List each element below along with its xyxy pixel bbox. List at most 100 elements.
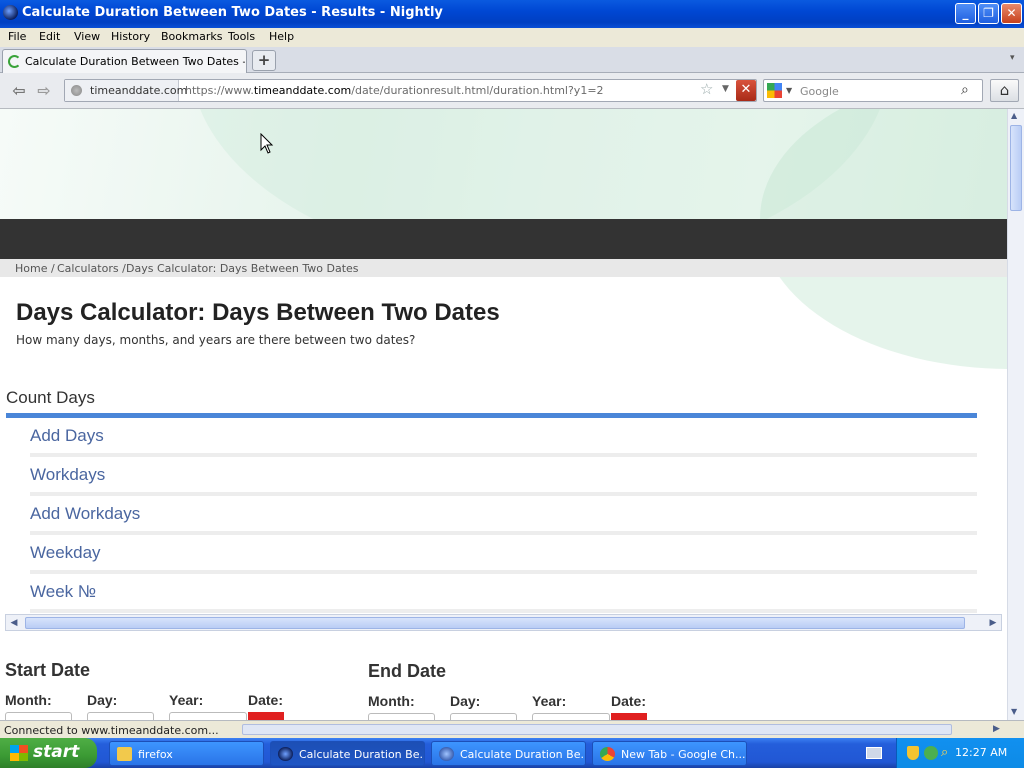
menu-history[interactable]: History	[111, 30, 150, 43]
home-icon: ⌂	[999, 81, 1010, 99]
start-button[interactable]: start	[0, 738, 97, 768]
minimize-button[interactable]: _	[955, 3, 976, 24]
scroll-right-arrow-icon[interactable]: ▶	[993, 724, 1000, 734]
calc-nav-week-number[interactable]: Week №	[30, 582, 96, 602]
search-tray-icon[interactable]: ⌕	[941, 745, 948, 760]
url-prefix: https://www.	[185, 84, 254, 97]
page-vertical-scrollbar[interactable]: ▲ ▼	[1007, 109, 1024, 720]
site-identity-button[interactable]: timeanddate.com	[65, 80, 187, 101]
start-date-heading: Start Date	[5, 660, 91, 680]
divider	[30, 531, 977, 535]
start-year-label: Year:	[169, 692, 204, 708]
start-year-input[interactable]	[169, 712, 247, 720]
chrome-icon	[600, 747, 615, 761]
url-history-dropdown-icon[interactable]: ▼	[722, 84, 729, 94]
taskbar-item-chrome[interactable]: New Tab - Google Ch...	[592, 741, 747, 766]
security-shield-icon[interactable]	[907, 746, 919, 760]
menu-bar: File Edit View History Bookmarks Tools H…	[0, 28, 1024, 47]
breadcrumb-calculators[interactable]: Calculators /	[57, 262, 126, 275]
taskbar-item-firefox-window[interactable]: Calculate Duration Be...	[431, 741, 586, 766]
tab-label: Calculate Duration Between Two Dates – R…	[25, 55, 245, 68]
search-engine-dropdown-icon[interactable]: ▼	[786, 86, 792, 95]
calc-nav-active-underline	[6, 413, 977, 418]
bookmark-star-icon[interactable]: ☆	[700, 80, 713, 98]
clock[interactable]: 12:27 AM	[955, 746, 1007, 759]
start-month-input[interactable]	[5, 712, 72, 720]
loading-spinner-icon	[8, 55, 21, 68]
keyboard-icon[interactable]	[866, 747, 882, 759]
end-day-label: Day:	[450, 693, 481, 709]
start-date-label: Date:	[248, 692, 284, 708]
stop-button[interactable]: ✕	[736, 80, 756, 101]
url-path: /date/durationresult.html/duration.html?…	[351, 84, 604, 97]
search-placeholder: Google	[800, 85, 839, 98]
taskbar-item-label: Calculate Duration Be...	[299, 748, 425, 761]
divider	[30, 492, 977, 496]
start-month-label: Month:	[5, 692, 52, 708]
start-label: start	[33, 742, 80, 762]
end-month-input[interactable]	[368, 713, 435, 720]
search-box[interactable]	[763, 79, 983, 102]
calc-nav-add-days[interactable]: Add Days	[30, 426, 104, 446]
browser-icon	[439, 747, 454, 761]
back-arrow-icon[interactable]: ⇦	[9, 81, 29, 101]
end-date-label: Date:	[611, 693, 647, 709]
end-year-input[interactable]	[532, 713, 610, 720]
calc-nav-workdays[interactable]: Workdays	[30, 465, 105, 485]
menu-bookmarks[interactable]: Bookmarks	[161, 30, 222, 43]
window-title: Calculate Duration Between Two Dates - R…	[22, 5, 443, 20]
menu-edit[interactable]: Edit	[39, 30, 60, 43]
forward-arrow-icon[interactable]: ⇨	[34, 81, 54, 101]
start-day-input[interactable]	[87, 712, 154, 720]
calc-nav-weekday[interactable]: Weekday	[30, 543, 101, 563]
new-tab-button[interactable]: +	[252, 50, 276, 71]
window-title-bar[interactable]: Calculate Duration Between Two Dates - R…	[0, 0, 1024, 28]
calc-nav-current[interactable]: Count Days	[6, 388, 95, 408]
scroll-left-arrow-icon[interactable]: ◀	[7, 617, 21, 629]
taskbar-item-label: New Tab - Google Ch...	[621, 748, 746, 761]
start-calendar-icon[interactable]	[248, 712, 284, 720]
page-subtitle: How many days, months, and years are the…	[16, 333, 416, 347]
calc-nav-add-workdays[interactable]: Add Workdays	[30, 504, 140, 524]
restore-button[interactable]: ❐	[978, 3, 999, 24]
url-text[interactable]: https://www.timeanddate.com/date/duratio…	[185, 84, 604, 97]
taskbar-item-nightly[interactable]: Calculate Duration Be...	[270, 741, 425, 766]
calc-nav-horizontal-scrollbar[interactable]: ◀ ▶	[5, 614, 1002, 631]
breadcrumb: Home / Calculators / Days Calculator: Da…	[0, 259, 1007, 277]
end-date-heading: End Date	[368, 661, 447, 681]
nightly-app-icon	[3, 5, 18, 20]
scrollbar-thumb[interactable]	[1010, 125, 1022, 211]
menu-file[interactable]: File	[8, 30, 26, 43]
scroll-down-arrow-icon[interactable]: ▼	[1011, 707, 1017, 716]
breadcrumb-current: Days Calculator: Days Between Two Dates	[126, 262, 359, 275]
page-viewport[interactable]: Home / Calculators / Days Calculator: Da…	[0, 109, 1007, 720]
end-calendar-icon[interactable]	[611, 713, 647, 720]
menu-view[interactable]: View	[74, 30, 100, 43]
page-horizontal-scrollbar[interactable]	[242, 724, 952, 735]
google-search-engine-icon[interactable]	[767, 83, 782, 98]
page-title: Days Calculator: Days Between Two Dates	[16, 299, 500, 326]
breadcrumb-home[interactable]: Home /	[15, 262, 55, 275]
scroll-right-arrow-icon[interactable]: ▶	[986, 617, 1000, 629]
menu-help[interactable]: Help	[269, 30, 294, 43]
status-bar: Connected to www.timeanddate.com... ▶	[0, 720, 1024, 738]
close-button[interactable]: ✕	[1001, 3, 1022, 24]
menu-tools[interactable]: Tools	[228, 30, 255, 43]
taskbar-item-firefox[interactable]: firefox	[109, 741, 264, 766]
url-domain: timeanddate.com	[253, 84, 352, 97]
mouse-cursor-icon	[260, 133, 274, 154]
tab-active[interactable]: Calculate Duration Between Two Dates – R…	[2, 49, 247, 73]
site-nav-bar	[0, 219, 1007, 259]
tab-list-icon[interactable]: ▾	[1010, 53, 1015, 63]
taskbar-item-label: firefox	[138, 748, 173, 761]
system-tray: ⌕ 12:27 AM	[896, 738, 1024, 768]
end-day-input[interactable]	[450, 713, 517, 720]
scroll-up-arrow-icon[interactable]: ▲	[1011, 111, 1017, 120]
scrollbar-thumb[interactable]	[25, 617, 965, 629]
taskbar-item-label: Calculate Duration Be...	[460, 748, 586, 761]
home-button[interactable]: ⌂	[990, 79, 1019, 102]
divider	[30, 453, 977, 457]
network-icon[interactable]	[924, 746, 938, 760]
status-text: Connected to www.timeanddate.com...	[4, 724, 219, 737]
search-magnifier-icon[interactable]: ⌕	[961, 82, 969, 98]
